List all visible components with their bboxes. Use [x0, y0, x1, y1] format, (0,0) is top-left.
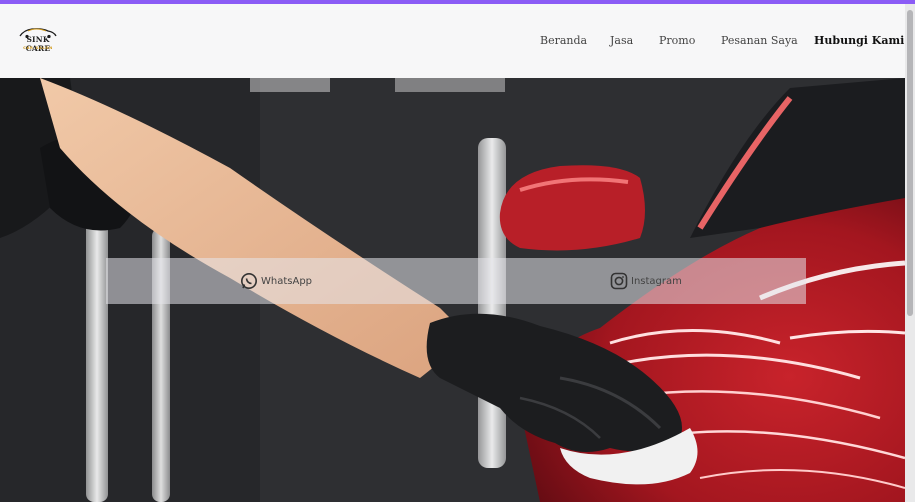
brand-name: SINK CARE [25, 35, 51, 53]
nav-item-beranda[interactable]: Beranda [540, 34, 587, 47]
scrollbar-thumb[interactable] [907, 10, 913, 316]
nav-item-promo[interactable]: Promo [659, 34, 695, 47]
brand-logo[interactable]: SINK CARE CAR SALON [14, 26, 62, 56]
nav-item-jasa[interactable]: Jasa [610, 34, 633, 47]
whatsapp-label: WhatsApp [261, 275, 313, 287]
social-links-band [106, 258, 806, 304]
instagram-icon [610, 272, 628, 290]
nav-item-hubungi-kami[interactable]: Hubungi Kami [814, 34, 904, 47]
whatsapp-link[interactable]: WhatsApp [240, 272, 312, 290]
whatsapp-icon [241, 273, 257, 289]
brand-tagline: CAR SALON [23, 45, 53, 50]
instagram-link[interactable]: Instagram [610, 272, 682, 290]
instagram-label: Instagram [631, 275, 682, 287]
nav-item-pesanan-saya[interactable]: Pesanan Saya [721, 34, 798, 47]
site-header: SINK CARE CAR SALON Beranda Jasa Promo P… [0, 4, 905, 78]
